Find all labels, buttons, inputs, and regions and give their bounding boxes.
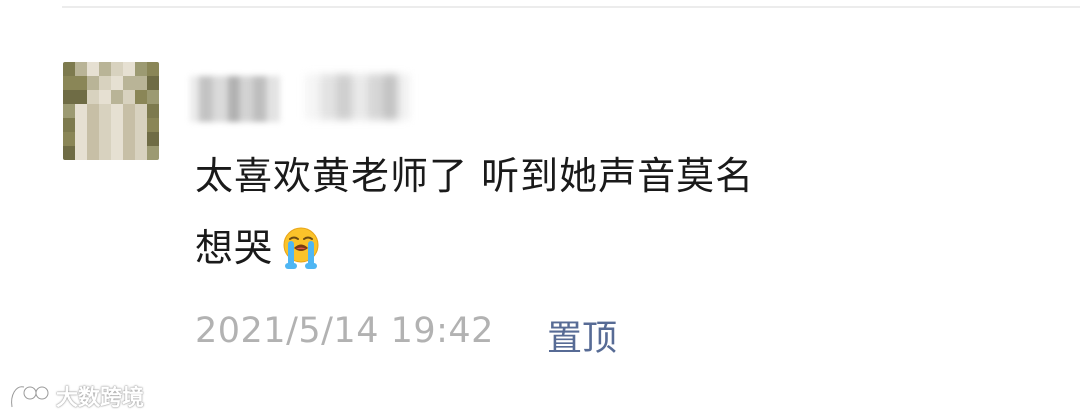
watermark-text: 大数跨境: [56, 386, 145, 411]
comment-line-2: 想哭: [195, 226, 274, 270]
watermark: 大数跨境: [8, 378, 144, 414]
loudly-crying-face-icon: [283, 227, 319, 269]
blurred-user-tag: [305, 74, 410, 120]
watermark-logo-icon: [10, 385, 50, 408]
user-avatar[interactable]: [63, 62, 159, 160]
top-divider: [62, 6, 1080, 8]
comment-timestamp: 2021/5/14 19:42: [195, 311, 494, 351]
comment-text: 太喜欢黄老师了 听到她声音莫名 想哭: [195, 140, 895, 284]
pin-button[interactable]: 置顶: [547, 310, 617, 361]
blurred-username: [190, 76, 280, 122]
comment-line-1: 太喜欢黄老师了 听到她声音莫名: [195, 154, 755, 198]
